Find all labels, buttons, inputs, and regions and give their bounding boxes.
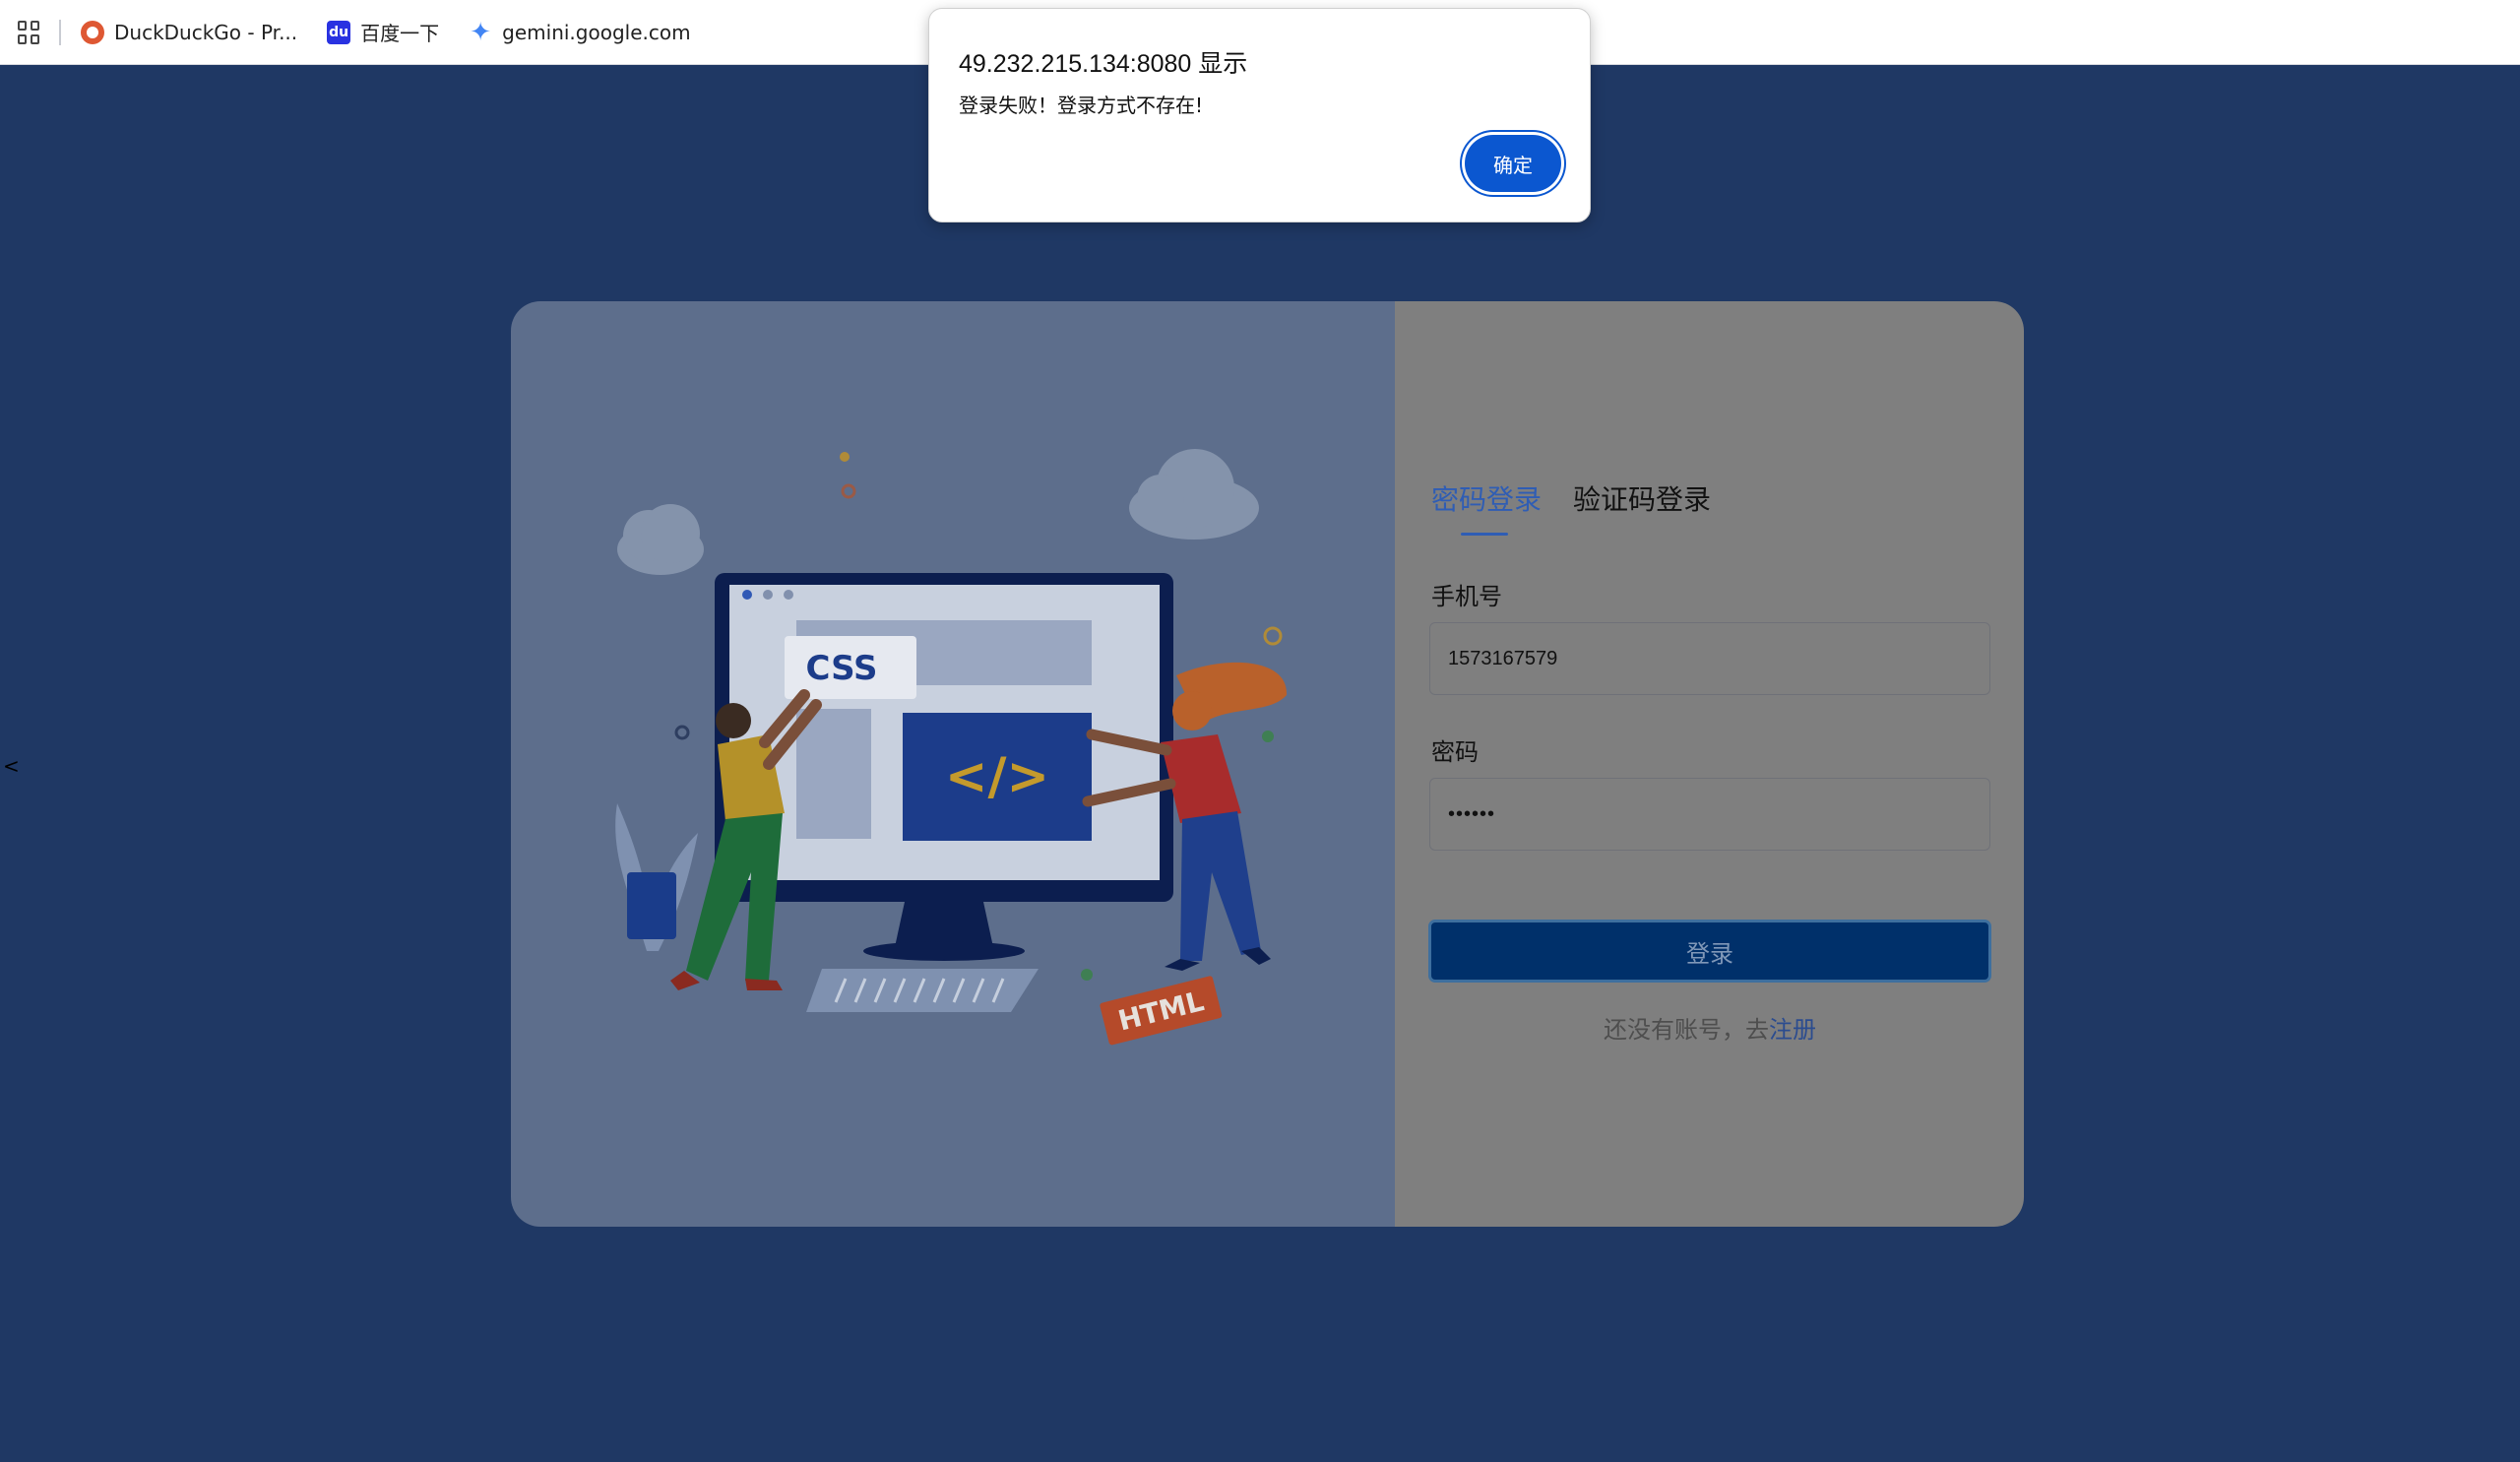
login-tabs: 密码登录 验证码登录 [1431, 478, 1711, 536]
baidu-icon: du [327, 20, 351, 44]
bookmark-gemini[interactable]: ✦ gemini.google.com [469, 17, 691, 47]
phone-label: 手机号 [1431, 583, 1502, 610]
alert-ok-button[interactable]: 确定 [1465, 135, 1561, 192]
gemini-icon: ✦ [470, 17, 492, 47]
bookmark-duckduckgo[interactable]: DuckDuckGo - Pr... [81, 20, 298, 44]
alert-title: 49.232.215.134:8080 显示 [959, 50, 1248, 78]
tab-password-login[interactable]: 密码登录 [1431, 478, 1542, 536]
register-link[interactable]: 注册 [1769, 1016, 1816, 1044]
chevron-left-icon: < [3, 754, 20, 778]
login-button[interactable]: 登录 [1428, 920, 1991, 983]
tab-code-login[interactable]: 验证码登录 [1573, 478, 1711, 536]
bookmark-label: gemini.google.com [502, 20, 691, 44]
register-prompt-text: 还没有账号，去 [1604, 1016, 1769, 1044]
alert-dialog: 49.232.215.134:8080 显示 登录失败！登录方式不存在! 确定 [928, 8, 1591, 222]
login-form: 密码登录 验证码登录 手机号 1573167579 密码 •••••• 登录 还… [511, 301, 2024, 1227]
apps-grid-icon[interactable] [18, 20, 41, 44]
bookmarks-separator [59, 19, 61, 45]
bookmark-label: DuckDuckGo - Pr... [114, 20, 298, 44]
password-label: 密码 [1431, 738, 1479, 766]
alert-message: 登录失败！登录方式不存在! [959, 94, 1204, 117]
duckduckgo-icon [81, 20, 104, 44]
phone-input[interactable]: 1573167579 [1429, 622, 1990, 695]
password-input[interactable]: •••••• [1429, 778, 1990, 851]
register-prompt: 还没有账号，去注册 [1428, 1010, 1991, 1045]
bookmark-baidu[interactable]: du 百度一下 [327, 18, 439, 46]
bookmark-label: 百度一下 [360, 22, 440, 45]
